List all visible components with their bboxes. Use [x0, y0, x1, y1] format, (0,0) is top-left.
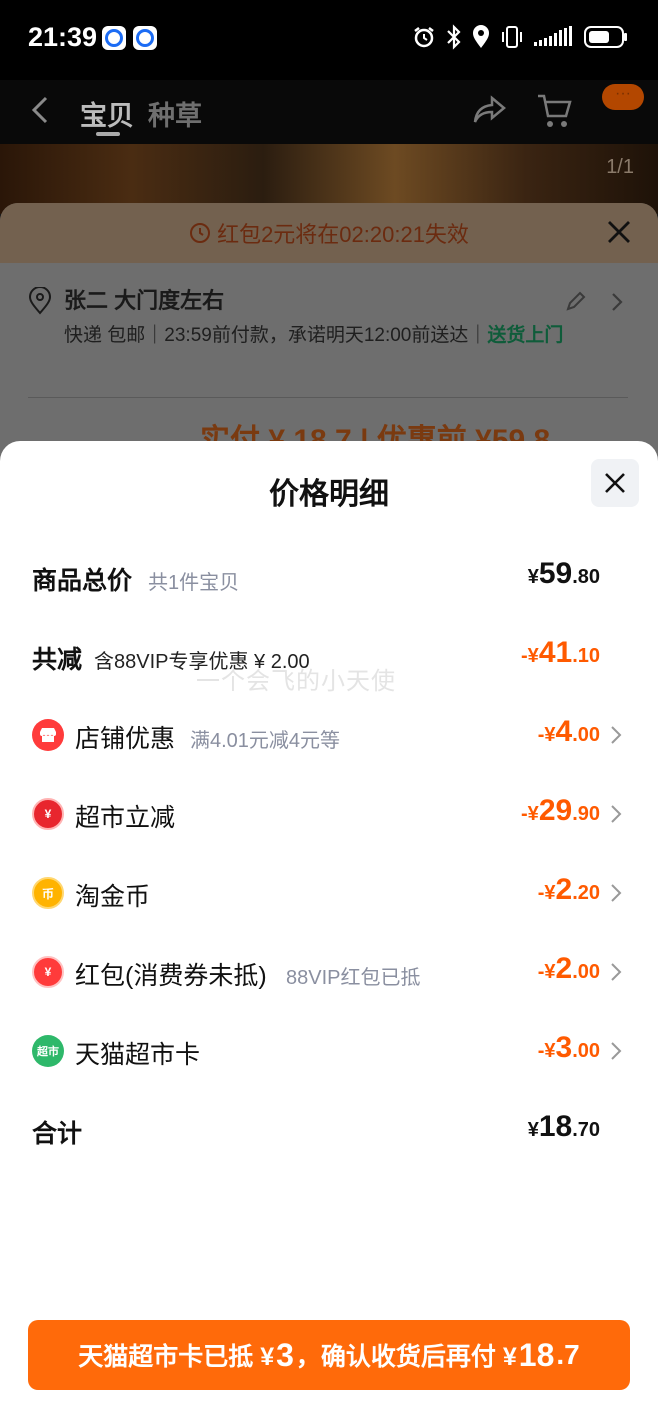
more-badge[interactable]: ···: [602, 84, 644, 110]
supermarket-discount-icon: ¥: [32, 798, 64, 830]
modal-close-button[interactable]: [591, 459, 639, 507]
divider: [28, 397, 628, 398]
row-label: 淘金币: [75, 883, 151, 911]
row-label: 红包(消费券未抵): [75, 962, 267, 990]
image-counter: 1/1: [606, 156, 634, 178]
notification-app-icon: [133, 26, 157, 50]
row-label: 天猫超市卡: [75, 1041, 201, 1069]
row-amount: -¥4.00: [537, 715, 600, 748]
row-amount: -¥29.90: [521, 794, 600, 827]
location-pin-icon: [28, 287, 52, 315]
row-total: 合计 ¥18.70: [32, 1106, 622, 1156]
delivery-info: 快递 包邮｜23:59前付款，承诺明天12:00前送达｜送货上门: [64, 321, 594, 351]
price-detail-modal: 价格明细 一个会飞的小天使 商品总价 共1件宝贝 ¥59.80 共减 含88VI…: [0, 441, 658, 1416]
row-amount: -¥3.00: [537, 1031, 600, 1064]
row-tmall-card[interactable]: 超市 天猫超市卡 -¥3.00: [32, 1027, 622, 1077]
tab-underline: [96, 132, 120, 136]
expire-text: 红包2元将在02:20:21失效: [217, 222, 469, 247]
location-icon: [473, 25, 489, 48]
row-sub: 88VIP红包已抵: [286, 967, 421, 989]
row-supermarket-discount[interactable]: ¥ 超市立减 -¥29.90: [32, 790, 622, 840]
pay-text: ，确认收货后再付 ¥: [295, 1343, 517, 1371]
battery-icon: [584, 26, 627, 48]
store-icon: [32, 719, 64, 751]
row-label: 合计: [32, 1120, 83, 1148]
alarm-icon: [414, 27, 434, 48]
tab-baobei[interactable]: 宝贝: [80, 94, 134, 133]
clock-icon: [190, 223, 211, 243]
address-name: 张二 大门度左右: [64, 288, 225, 313]
close-icon: [605, 473, 625, 493]
cart-icon[interactable]: [536, 90, 572, 130]
row-sub: 满4.01元减4元等: [190, 730, 341, 752]
row-amount: ¥18.70: [527, 1110, 600, 1143]
delivery-text: 快递 包邮｜23:59前付款，承诺明天12:00前送达｜: [64, 325, 488, 346]
share-icon[interactable]: [472, 92, 508, 128]
row-amount: -¥41.10: [521, 636, 600, 669]
row-label: 共减: [32, 646, 83, 674]
tab-zhongcao[interactable]: 种草: [148, 94, 202, 133]
chevron-right-icon: [611, 963, 622, 981]
pay-amount: .7: [556, 1339, 580, 1370]
row-store-discount[interactable]: 店铺优惠 满4.01元减4元等 -¥4.00: [32, 711, 622, 761]
status-bar: 21:39: [0, 0, 658, 80]
close-icon[interactable]: [606, 219, 632, 245]
red-packet-icon: ¥: [32, 956, 64, 988]
taojinbi-coin-icon: 币: [32, 877, 64, 909]
row-goods-total: 商品总价 共1件宝贝 ¥59.80: [32, 553, 622, 603]
row-sub: 共1件宝贝: [148, 572, 240, 594]
row-amount: ¥59.80: [527, 557, 600, 590]
chevron-right-icon: [611, 884, 622, 902]
row-label: 商品总价: [32, 567, 133, 595]
confirm-pay-button[interactable]: 天猫超市卡已抵 ¥3 ，确认收货后再付 ¥18.7: [28, 1320, 630, 1390]
bluetooth-icon: [447, 24, 461, 50]
chevron-right-icon: [611, 1042, 622, 1060]
pay-text: 天猫超市卡已抵 ¥: [78, 1343, 275, 1371]
signal-icon: [534, 26, 572, 46]
order-sheet: 红包2元将在02:20:21失效 张二 大门度左右 快递 包邮｜23:59前付款…: [0, 203, 658, 463]
row-label: 超市立减: [75, 804, 176, 832]
tmall-card-icon: 超市: [32, 1035, 64, 1067]
pay-amount: 3: [276, 1336, 294, 1373]
modal-title: 价格明细: [269, 478, 389, 511]
status-time: 21:39: [28, 22, 98, 52]
chevron-right-icon: [611, 726, 622, 744]
row-label: 店铺优惠: [75, 725, 176, 753]
chevron-right-icon: [611, 805, 622, 823]
delivery-tag: 送货上门: [487, 325, 564, 346]
row-total-discount: 共减 含88VIP专享优惠 ¥ 2.00 -¥41.10: [32, 632, 622, 682]
notification-app-icon: [102, 26, 126, 50]
edit-icon[interactable]: [564, 291, 586, 313]
row-sub: 含88VIP专享优惠 ¥ 2.00: [94, 651, 310, 673]
red-packet-expire-banner: 红包2元将在02:20:21失效: [0, 203, 658, 263]
row-amount: -¥2.00: [537, 952, 600, 985]
back-arrow-icon[interactable]: [28, 94, 52, 126]
vibrate-icon: [502, 26, 522, 48]
row-red-packet[interactable]: ¥ 红包(消费券未抵) 88VIP红包已抵 -¥2.00: [32, 948, 622, 998]
nav-bar: 宝贝 种草 ···: [0, 80, 658, 144]
row-amount: -¥2.20: [537, 873, 600, 906]
chevron-right-icon: [612, 293, 623, 311]
pay-amount: 18: [518, 1336, 555, 1373]
row-taojinbi[interactable]: 币 淘金币 -¥2.20: [32, 869, 622, 919]
